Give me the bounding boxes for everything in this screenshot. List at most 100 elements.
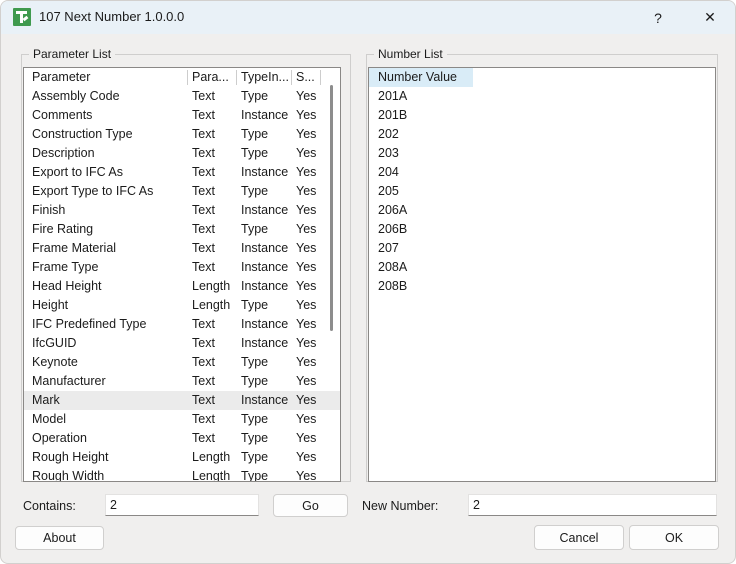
cell-parameter: Export to IFC As [32,165,124,179]
cell-type-instance: Type [241,412,269,426]
list-item[interactable]: 202 [369,125,715,144]
cell-type-instance: Type [241,89,269,103]
about-button[interactable]: About [15,526,104,550]
table-row[interactable]: Keynote Text Type Yes [24,353,340,372]
list-item[interactable]: 207 [369,239,715,258]
list-item[interactable]: 204 [369,163,715,182]
cell-parameter-type: Length [192,298,231,312]
table-row[interactable]: Finish Text Instance Yes [24,201,340,220]
table-row[interactable]: Frame Type Text Instance Yes [24,258,340,277]
cell-type-instance: Type [241,146,269,160]
list-item[interactable]: 201B [369,106,715,125]
column-header-parameter-type[interactable]: Para... [192,68,236,87]
cell-parameter: Rough Height [32,450,109,464]
cell-parameter: Assembly Code [32,89,120,103]
number-value-column-header[interactable]: Number Value [369,68,473,87]
column-header-shared[interactable]: S... [296,68,320,87]
table-row[interactable]: Assembly Code Text Type Yes [24,87,340,106]
table-row[interactable]: Operation Text Type Yes [24,429,340,448]
parameter-list[interactable]: Parameter Para... TypeIn... S... Assembly Co… [23,67,341,482]
parameter-list-scrollbar[interactable] [326,69,338,480]
table-row[interactable]: Rough Height Length Type Yes [24,448,340,467]
parameter-list-header[interactable]: Parameter Para... TypeIn... S... [24,68,340,87]
cell-shared: Yes [296,469,317,482]
close-icon: ✕ [704,9,716,25]
contains-input[interactable] [105,494,259,516]
cell-parameter-type: Text [192,127,215,141]
cell-parameter: Comments [32,108,93,122]
cell-parameter: Fire Rating [32,222,94,236]
number-list[interactable]: Number Value 201A 201B 202 203 204 205 206A 206… [368,67,716,482]
cell-parameter: Rough Width [32,469,105,482]
new-number-input[interactable] [468,494,717,516]
cell-parameter-type: Text [192,336,215,350]
cell-parameter-type: Text [192,108,215,122]
table-row[interactable]: IfcGUID Text Instance Yes [24,334,340,353]
cell-shared: Yes [296,393,317,407]
table-row[interactable]: Frame Material Text Instance Yes [24,239,340,258]
list-item[interactable]: 208B [369,277,715,296]
list-item[interactable]: 205 [369,182,715,201]
table-row[interactable]: Comments Text Instance Yes [24,106,340,125]
table-row[interactable]: Head Height Length Instance Yes [24,277,340,296]
cell-parameter-type: Text [192,317,215,331]
cell-shared: Yes [296,127,317,141]
list-item[interactable]: 206B [369,220,715,239]
number-list-legend: Number List [374,47,447,61]
cell-type-instance: Type [241,431,269,445]
cell-type-instance: Type [241,298,269,312]
cell-shared: Yes [296,146,317,160]
cell-parameter-type: Text [192,203,215,217]
cell-type-instance: Instance [241,203,289,217]
table-row[interactable]: Manufacturer Text Type Yes [24,372,340,391]
cell-shared: Yes [296,450,317,464]
help-button[interactable]: ? [635,1,681,34]
cell-parameter: Construction Type [32,127,133,141]
column-header-parameter[interactable]: Parameter [32,68,184,87]
cell-shared: Yes [296,431,317,445]
app-icon [13,8,31,26]
column-header-type-instance[interactable]: TypeIn... [241,68,291,87]
table-row[interactable]: Construction Type Text Type Yes [24,125,340,144]
cell-parameter-type: Text [192,431,215,445]
table-row[interactable]: Export to IFC As Text Instance Yes [24,163,340,182]
cell-shared: Yes [296,165,317,179]
table-row[interactable]: Export Type to IFC As Text Type Yes [24,182,340,201]
table-row[interactable]: Description Text Type Yes [24,144,340,163]
cell-parameter: Keynote [32,355,78,369]
cell-parameter: Model [32,412,67,426]
contains-label: Contains: [23,499,76,513]
close-button[interactable]: ✕ [687,1,733,34]
table-row[interactable]: Fire Rating Text Type Yes [24,220,340,239]
list-item[interactable]: 208A [369,258,715,277]
cell-shared: Yes [296,222,317,236]
table-row[interactable]: Mark Text Instance Yes [24,391,340,410]
cancel-button[interactable]: Cancel [534,525,624,550]
list-item[interactable]: 201A [369,87,715,106]
question-mark-icon: ? [654,9,662,26]
cell-parameter: Frame Type [32,260,99,274]
scrollbar-thumb[interactable] [330,85,333,331]
list-item[interactable]: 206A [369,201,715,220]
cell-type-instance: Instance [241,336,289,350]
table-row[interactable]: Model Text Type Yes [24,410,340,429]
cell-shared: Yes [296,317,317,331]
table-row[interactable]: IFC Predefined Type Text Instance Yes [24,315,340,334]
cell-parameter: Height [32,298,69,312]
ok-button[interactable]: OK [629,525,719,550]
cell-type-instance: Instance [241,260,289,274]
title-bar: 107 Next Number 1.0.0.0 ? ✕ [1,1,735,34]
cell-parameter-type: Text [192,355,215,369]
cell-parameter-type: Text [192,165,215,179]
cell-type-instance: Instance [241,108,289,122]
table-row[interactable]: Rough Width Length Type Yes [24,467,340,482]
go-button[interactable]: Go [273,494,348,517]
cell-parameter: Finish [32,203,66,217]
cell-parameter-type: Length [192,469,231,482]
cell-parameter: Description [32,146,95,160]
list-item[interactable]: 203 [369,144,715,163]
cell-type-instance: Type [241,469,269,482]
cell-parameter-type: Length [192,450,231,464]
cell-parameter: Head Height [32,279,102,293]
table-row[interactable]: Height Length Type Yes [24,296,340,315]
